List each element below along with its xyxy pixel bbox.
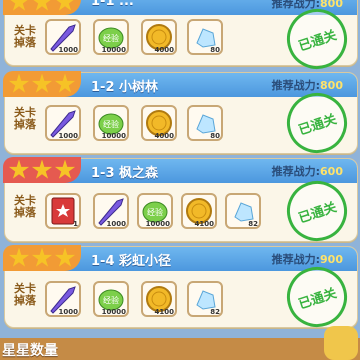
star-rating bbox=[3, 0, 81, 15]
star-icon bbox=[54, 247, 76, 267]
star-icon bbox=[8, 159, 30, 179]
star-icon bbox=[54, 159, 76, 179]
stage-name: 1-3 枫之森 bbox=[91, 166, 159, 181]
stage-card-1-2[interactable]: 1-2 小树林 推荐战力:800 关卡掉落 1000 经验 10000 4000… bbox=[3, 71, 358, 161]
exp-bag-icon[interactable]: 经验 10000 bbox=[137, 193, 173, 229]
footer-title: 星星数量 bbox=[2, 343, 58, 359]
recommended-power: 推荐战力:600 bbox=[271, 165, 343, 178]
svg-text:经验: 经验 bbox=[103, 33, 119, 43]
star-icon bbox=[31, 0, 53, 11]
star-icon bbox=[54, 73, 76, 93]
stage-card-1-4[interactable]: 1-4 彩虹小径 推荐战力:900 关卡掉落 1000 经验 10000 410… bbox=[3, 245, 358, 335]
ice-crystal-icon[interactable]: 80 bbox=[187, 19, 223, 55]
stage-name: 1-4 彩虹小径 bbox=[91, 254, 172, 269]
exp-bag-icon[interactable]: 经验 10000 bbox=[93, 105, 129, 141]
purple-sword-icon[interactable]: 1000 bbox=[45, 281, 81, 317]
svg-text:经验: 经验 bbox=[103, 295, 119, 305]
exp-bag-icon[interactable]: 经验 10000 bbox=[93, 281, 129, 317]
stage-name: 1-1 ... bbox=[91, 0, 134, 9]
svg-text:经验: 经验 bbox=[103, 119, 119, 129]
purple-sword-icon[interactable]: 1000 bbox=[45, 19, 81, 55]
star-icon bbox=[54, 0, 76, 11]
star-rating bbox=[3, 157, 81, 183]
star-icon bbox=[31, 73, 53, 93]
cleared-stamp: 已通关 bbox=[279, 173, 355, 249]
drop-label: 关卡掉落 bbox=[14, 194, 36, 219]
exp-bag-icon[interactable]: 经验 10000 bbox=[93, 19, 129, 55]
purple-sword-icon[interactable]: 1000 bbox=[45, 105, 81, 141]
star-icon bbox=[8, 73, 30, 93]
gold-coin-icon[interactable]: 4100 bbox=[141, 281, 177, 317]
star-icon bbox=[31, 159, 53, 179]
stage-list: 1-1 ... 推荐战力:800 关卡掉落 1000 经验 10000 4000… bbox=[0, 0, 360, 360]
drop-label: 关卡掉落 bbox=[14, 24, 36, 49]
recommended-power: 推荐战力:900 bbox=[271, 253, 343, 266]
gold-coin-icon[interactable]: 4100 bbox=[181, 193, 217, 229]
purple-sword-icon[interactable]: 1000 bbox=[93, 193, 129, 229]
drop-label: 关卡掉落 bbox=[14, 106, 36, 131]
star-icon bbox=[8, 0, 30, 11]
star-icon bbox=[31, 247, 53, 267]
svg-text:经验: 经验 bbox=[147, 207, 163, 217]
gold-coin-icon[interactable]: 4000 bbox=[141, 105, 177, 141]
star-rating bbox=[3, 245, 81, 271]
ice-crystal-icon[interactable]: 82 bbox=[225, 193, 261, 229]
drop-label: 关卡掉落 bbox=[14, 282, 36, 307]
ice-crystal-icon[interactable]: 82 bbox=[187, 281, 223, 317]
ice-crystal-icon[interactable]: 80 bbox=[187, 105, 223, 141]
stars-footer: 星星数量 bbox=[0, 338, 360, 360]
stage-card-1-1[interactable]: 1-1 ... 推荐战力:800 关卡掉落 1000 经验 10000 4000… bbox=[3, 0, 358, 77]
star-rating bbox=[3, 71, 81, 97]
corner-button[interactable] bbox=[324, 326, 358, 360]
star-icon bbox=[8, 247, 30, 267]
gold-coin-icon[interactable]: 4000 bbox=[141, 19, 177, 55]
stage-name: 1-2 小树林 bbox=[91, 80, 159, 95]
stage-card-1-3[interactable]: 1-3 枫之森 推荐战力:600 关卡掉落 1 1000 经验 10000 41… bbox=[3, 157, 358, 249]
red-book-icon[interactable]: 1 bbox=[45, 193, 81, 229]
recommended-power: 推荐战力:800 bbox=[271, 79, 343, 92]
